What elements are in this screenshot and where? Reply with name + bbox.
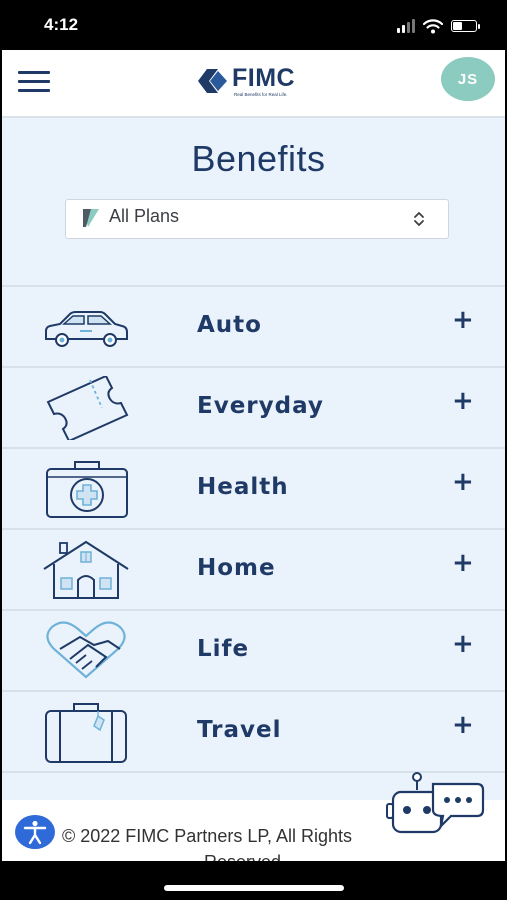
- category-label: Health: [197, 474, 289, 500]
- category-row-health[interactable]: Health +: [2, 449, 505, 530]
- wifi-icon: [423, 18, 443, 33]
- status-time: 4:12: [44, 15, 79, 34]
- suitcase-icon: [45, 703, 127, 763]
- accessibility-icon[interactable]: [15, 815, 55, 849]
- expand-plus-icon[interactable]: +: [452, 386, 474, 416]
- category-row-home[interactable]: Home +: [2, 530, 505, 611]
- fimc-logo-mark-icon: [198, 69, 227, 93]
- category-label: Everyday: [197, 393, 324, 419]
- status-icons: [397, 16, 480, 36]
- category-label: Home: [197, 555, 276, 581]
- menu-icon[interactable]: [18, 69, 50, 93]
- category-row-auto[interactable]: Auto +: [2, 287, 505, 368]
- category-row-life[interactable]: Life +: [2, 611, 505, 692]
- heart-handshake-icon: [46, 621, 126, 679]
- category-row-everyday[interactable]: Everyday +: [2, 368, 505, 449]
- car-icon: [45, 311, 128, 347]
- chevron-up-down-icon: [414, 212, 424, 226]
- medical-kit-icon: [46, 461, 128, 518]
- expand-plus-icon[interactable]: +: [452, 629, 474, 659]
- brand-tagline: Real Benefits for Real Life.: [234, 92, 288, 97]
- brand-name: FIMC: [232, 64, 296, 92]
- cellular-signal-icon: [397, 19, 415, 33]
- expand-plus-icon[interactable]: +: [452, 710, 474, 740]
- plan-filter-select[interactable]: All Plans: [65, 199, 449, 239]
- home-indicator-area: [0, 861, 507, 900]
- battery-icon: [451, 20, 480, 32]
- chatbot-icon[interactable]: [385, 770, 485, 850]
- status-bar: 4:12: [0, 0, 507, 50]
- house-icon: [43, 540, 129, 599]
- category-row-travel[interactable]: Travel +: [2, 692, 505, 773]
- category-label: Travel: [197, 717, 282, 743]
- expand-plus-icon[interactable]: +: [452, 548, 474, 578]
- fimc-logo[interactable]: FIMC Real Benefits for Real Life.: [198, 64, 295, 104]
- page-title: Benefits: [191, 138, 326, 179]
- app-header: FIMC Real Benefits for Real Life. JS: [2, 50, 505, 118]
- home-indicator[interactable]: [164, 885, 344, 891]
- plan-flag-icon: [83, 209, 99, 227]
- plan-filter-value: All Plans: [109, 206, 180, 226]
- expand-plus-icon[interactable]: +: [452, 467, 474, 497]
- category-label: Auto: [197, 312, 262, 338]
- app-screen: FIMC Real Benefits for Real Life. JS Ben…: [2, 50, 505, 861]
- benefit-categories-list: Auto + Everyday + Health + Home + Life +…: [2, 285, 505, 773]
- user-avatar[interactable]: JS: [441, 57, 495, 101]
- expand-plus-icon[interactable]: +: [452, 305, 474, 335]
- category-label: Life: [197, 636, 250, 662]
- ticket-icon: [46, 376, 129, 440]
